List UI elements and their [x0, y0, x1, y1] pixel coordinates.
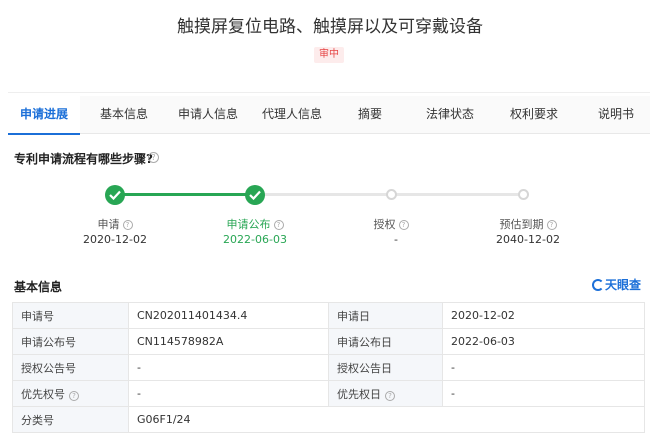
step-publish-node [245, 185, 265, 205]
step-expiry-label: 预估到期? [468, 216, 588, 232]
patent-title: 触摸屏复位电路、触摸屏以及可穿戴设备 [177, 17, 483, 37]
help-icon: ? [385, 390, 395, 401]
tab-bar: 申请进展 基本信息 申请人信息 代理人信息 摘要 法律状态 权利要求 说明书 [8, 96, 650, 135]
pub-date-value: 2022-06-03 [442, 328, 645, 355]
tab-legal-status[interactable]: 法律状态 [416, 96, 484, 134]
status-badge: 审中 [314, 47, 344, 63]
step-grant-date: - [394, 233, 398, 246]
app-number-key: 申请号 [12, 302, 129, 329]
tab-basic-info[interactable]: 基本信息 [86, 96, 162, 134]
classification-link[interactable]: G06F1/24 [128, 406, 645, 433]
priority-date-value: - [442, 380, 645, 407]
step-apply-label: 申请? [55, 216, 175, 232]
priority-date-key: 优先权日? [328, 380, 443, 407]
pub-date-key: 申请公布日 [328, 328, 443, 355]
step-grant-node [386, 189, 397, 200]
table-row: 优先权号? - 优先权日? - [12, 380, 645, 407]
grant-date-value: - [442, 354, 645, 381]
help-icon: ? [122, 220, 133, 230]
step-expiry-date: 2040-12-02 [496, 233, 560, 246]
tab-agent-info[interactable]: 代理人信息 [250, 96, 334, 134]
step-expiry-node [518, 189, 529, 200]
help-icon[interactable]: ? [148, 152, 159, 163]
table-row: 申请公布号 CN114578982A 申请公布日 2022-06-03 [12, 328, 645, 355]
help-icon: ? [69, 390, 79, 401]
app-date-key: 申请日 [328, 302, 443, 329]
tab-applicant-info[interactable]: 申请人信息 [166, 96, 250, 134]
pub-number-key: 申请公布号 [12, 328, 129, 355]
app-number-value: CN202011401434.4 [128, 302, 329, 329]
basic-info-table: 申请号 CN202011401434.4 申请日 2020-12-02 申请公布… [12, 302, 645, 433]
priority-number-key: 优先权号? [12, 380, 129, 407]
grant-number-key: 授权公告号 [12, 354, 129, 381]
progress-line-done [115, 193, 255, 196]
check-icon [109, 190, 121, 200]
help-icon: ? [398, 220, 409, 230]
step-apply-date: 2020-12-02 [83, 233, 147, 246]
check-icon [249, 190, 261, 200]
tianyancha-logo: 天眼查 [592, 276, 641, 293]
app-date-value: 2020-12-02 [442, 302, 645, 329]
tab-claims[interactable]: 权利要求 [500, 96, 568, 134]
table-row: 分类号 G06F1/24 [12, 406, 645, 433]
tab-progress[interactable]: 申请进展 [8, 96, 80, 135]
step-publish-label: 申请公布? [195, 216, 315, 232]
priority-number-value: - [128, 380, 329, 407]
help-icon: ? [273, 220, 284, 230]
table-row: 授权公告号 - 授权公告日 - [12, 354, 645, 381]
step-apply-node [105, 185, 125, 205]
table-row: 申请号 CN202011401434.4 申请日 2020-12-02 [12, 302, 645, 329]
step-grant-label: 授权? [331, 216, 451, 232]
divider [8, 92, 650, 93]
help-icon: ? [546, 220, 557, 230]
classification-key: 分类号 [12, 406, 129, 433]
grant-date-key: 授权公告日 [328, 354, 443, 381]
grant-number-value: - [128, 354, 329, 381]
basic-info-title: 基本信息 [14, 280, 63, 294]
step-publish-date: 2022-06-03 [223, 233, 287, 246]
flow-question: 专利申请流程有哪些步骤? [14, 152, 153, 166]
logo-icon [592, 279, 604, 291]
tab-description[interactable]: 说明书 [588, 96, 644, 134]
pub-number-value: CN114578982A [128, 328, 329, 355]
tab-abstract[interactable]: 摘要 [346, 96, 394, 134]
